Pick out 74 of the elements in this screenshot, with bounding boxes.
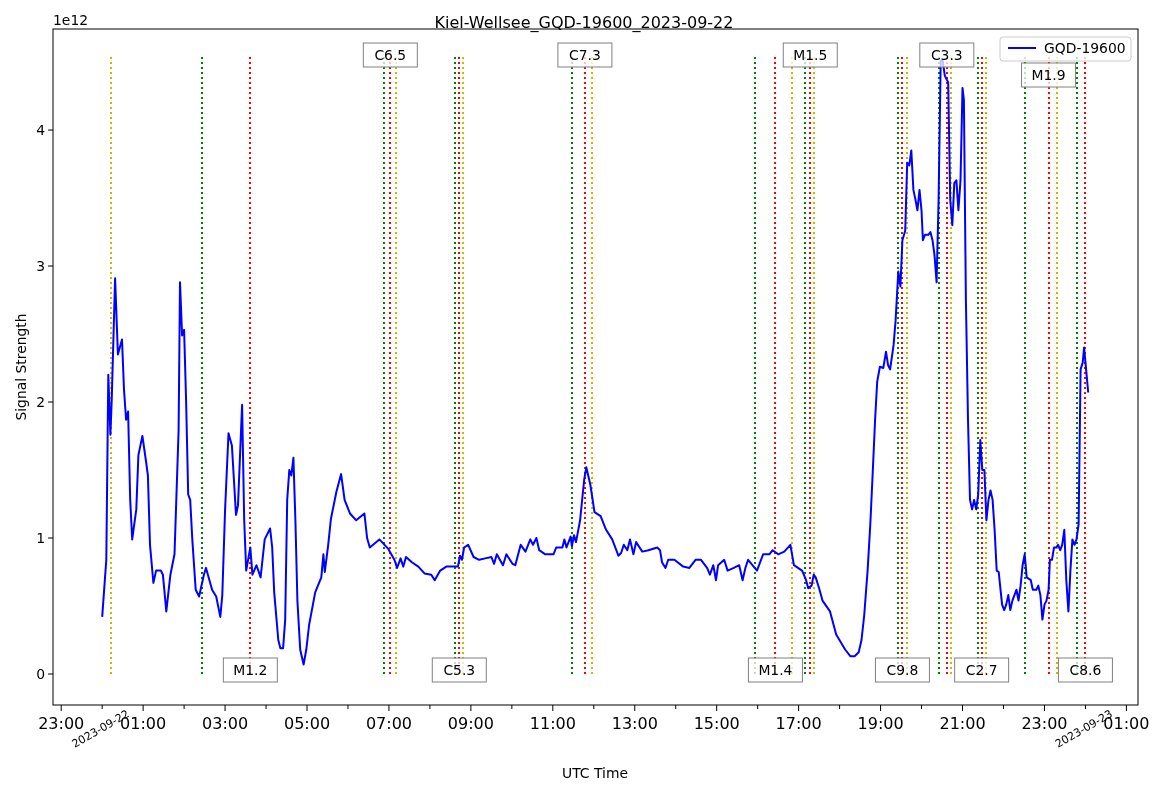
- tick-mark: [183, 704, 185, 710]
- annotation: C8.6: [1069, 662, 1102, 678]
- chart-title: Kiel-Wellsee_GQD-19600_2023-09-22: [434, 13, 734, 32]
- tick-mark: [757, 704, 759, 710]
- axis-label: Signal Strength: [13, 313, 29, 421]
- annotation: C5.3: [443, 662, 476, 678]
- tick-mark: [388, 704, 390, 712]
- tick-label: 3: [36, 258, 45, 275]
- tick-label: 05:00: [283, 714, 331, 733]
- flare-label: C5.3: [431, 657, 487, 683]
- tick-mark: [634, 704, 636, 712]
- annotation: C2.7: [965, 662, 998, 678]
- tick-label: 07:00: [365, 714, 412, 733]
- annotation: M1.4: [758, 662, 793, 678]
- tick-mark: [716, 704, 718, 712]
- annotation: M1.5: [793, 47, 828, 63]
- flare-label: C6.5: [362, 42, 418, 68]
- tick-label: 4: [36, 122, 45, 139]
- tick-mark: [675, 704, 677, 710]
- tick-mark: [224, 704, 226, 712]
- annotation: C3.3: [930, 47, 963, 63]
- tick-mark: [1125, 704, 1127, 712]
- flare-label: M1.4: [747, 657, 803, 683]
- tick-label: 09:00: [447, 714, 494, 733]
- flare-label: C8.6: [1057, 657, 1113, 683]
- annotation: M1.9: [1031, 67, 1066, 83]
- flare-label: M1.9: [1021, 62, 1077, 88]
- tick-mark: [47, 401, 54, 403]
- tick-mark: [1043, 704, 1045, 712]
- tick-mark: [60, 704, 62, 712]
- flare-label: M1.5: [782, 42, 838, 68]
- tick-mark: [101, 704, 103, 710]
- tick-mark: [47, 265, 54, 267]
- tick-mark: [47, 129, 54, 131]
- flare-label: C2.7: [954, 657, 1010, 683]
- axis-offset-label: 1e12: [53, 12, 89, 28]
- tick-mark: [593, 704, 595, 710]
- annotation: M1.2: [233, 662, 268, 678]
- tick-label: 13:00: [611, 714, 658, 733]
- annotation: C6.5: [374, 47, 407, 63]
- tick-mark: [47, 537, 54, 539]
- annotation: C9.8: [886, 662, 919, 678]
- tick-label: 21:00: [939, 714, 986, 733]
- tick-label: 15:00: [693, 714, 740, 733]
- tick-mark: [962, 704, 963, 712]
- tick-label: 1: [36, 530, 45, 546]
- tick-mark: [265, 704, 267, 710]
- flare-label: C7.3: [557, 42, 613, 68]
- axis-label: UTC Time: [562, 765, 628, 781]
- tick-mark: [470, 704, 472, 712]
- tick-mark: [921, 704, 923, 710]
- legend-label: GQD-19600: [1044, 40, 1126, 56]
- annotation: C7.3: [569, 47, 601, 63]
- tick-label: 17:00: [775, 714, 822, 733]
- tick-mark: [798, 704, 800, 712]
- tick-mark: [306, 704, 308, 712]
- flare-label: C9.8: [874, 657, 930, 683]
- tick-mark: [511, 704, 513, 710]
- tick-mark: [429, 704, 431, 710]
- tick-mark: [1084, 704, 1086, 710]
- tick-mark: [839, 704, 841, 710]
- tick-mark: [1003, 704, 1004, 710]
- flare-label: M1.2: [222, 657, 278, 683]
- flare-label: C3.3: [919, 42, 975, 68]
- tick-mark: [552, 704, 554, 712]
- tick-mark: [47, 673, 54, 675]
- tick-label: 11:00: [529, 714, 576, 733]
- tick-label: 03:00: [202, 714, 249, 733]
- tick-label: 19:00: [857, 714, 904, 733]
- tick-mark: [142, 704, 144, 712]
- tick-label: 2: [36, 394, 45, 410]
- tick-mark: [880, 704, 882, 712]
- tick-mark: [347, 704, 349, 710]
- tick-label: 0: [36, 666, 45, 682]
